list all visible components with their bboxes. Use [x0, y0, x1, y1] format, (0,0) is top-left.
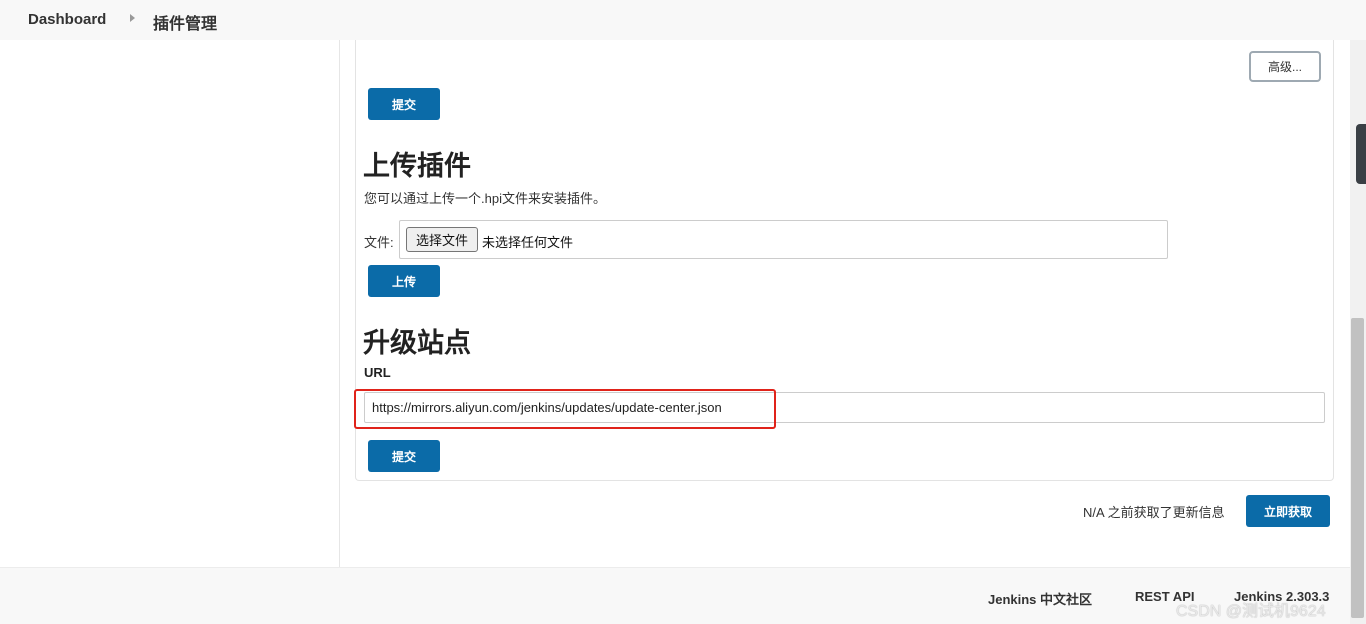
breadcrumb-dashboard[interactable]: Dashboard [28, 11, 106, 28]
advanced-button[interactable]: 高级... [1249, 51, 1321, 82]
side-widget-tab[interactable] [1356, 124, 1366, 184]
choose-file-button[interactable]: 选择文件 [406, 227, 478, 252]
fetch-now-button[interactable]: 立即获取 [1246, 495, 1330, 527]
upload-plugin-description: 您可以通过上传一个.hpi文件来安装插件。 [364, 191, 606, 206]
url-label: URL [364, 365, 391, 380]
submit-update-site-button[interactable]: 提交 [368, 440, 440, 472]
upload-button[interactable]: 上传 [368, 265, 440, 297]
breadcrumb-bar: Dashboard 插件管理 [0, 0, 1366, 40]
upload-plugin-title: 上传插件 [363, 151, 471, 181]
breadcrumb-plugin-manager[interactable]: 插件管理 [153, 10, 217, 34]
update-site-url-input[interactable] [364, 392, 1325, 423]
update-site-title: 升级站点 [363, 328, 471, 358]
file-label: 文件: [364, 235, 394, 250]
watermark: CSDN @测试机9624 [1176, 603, 1326, 620]
no-file-text: 未选择任何文件 [482, 235, 574, 250]
scrollbar-thumb[interactable] [1351, 318, 1364, 618]
submit-proxy-button[interactable]: 提交 [368, 88, 440, 120]
footer-community-link[interactable]: Jenkins 中文社区 [988, 589, 1092, 608]
sidebar-divider [339, 40, 340, 567]
footer: Jenkins 中文社区 REST API Jenkins 2.303.3 [0, 567, 1350, 624]
update-info-text: N/A 之前获取了更新信息 [1083, 505, 1225, 520]
breadcrumb-chevron-icon[interactable] [130, 14, 135, 22]
